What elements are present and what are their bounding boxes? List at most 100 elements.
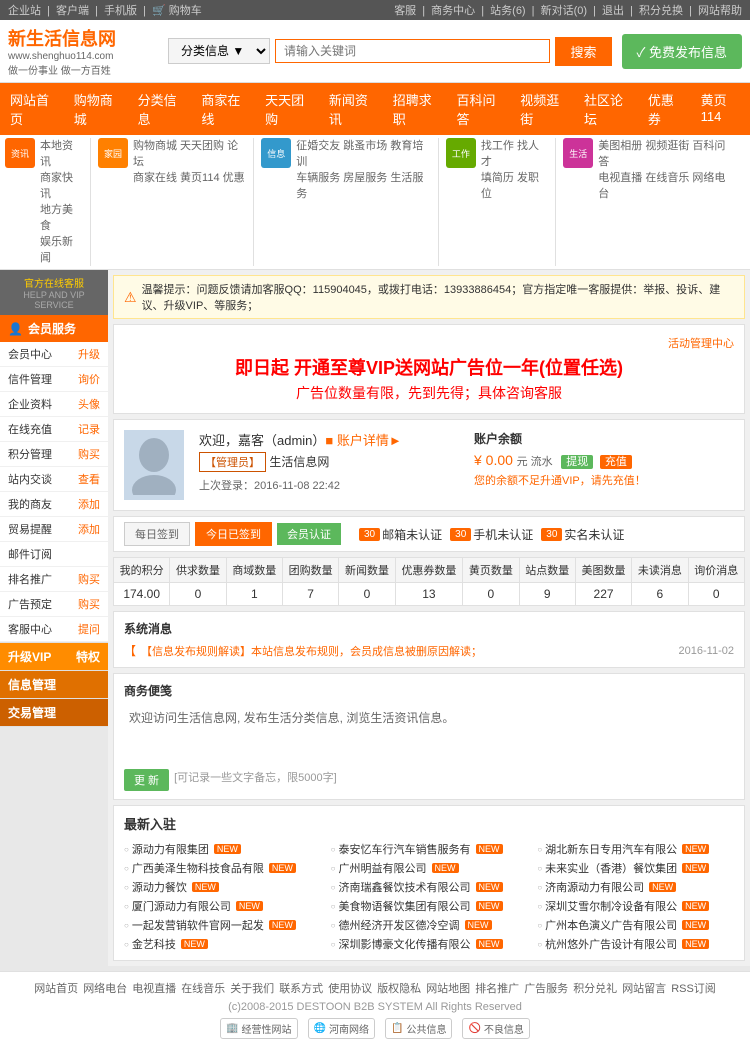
nav-shop[interactable]: 购物商城: [64, 83, 128, 135]
latest-link[interactable]: 泰安忆车行汽车销售服务有: [339, 841, 471, 857]
add-label[interactable]: 添加: [78, 496, 100, 512]
footer-link-privacy[interactable]: 版权隐私: [377, 980, 421, 996]
latest-link[interactable]: 德州经济开发区德冷空调: [339, 917, 460, 933]
sidebar-item-mail[interactable]: 信件管理 询价: [0, 367, 108, 392]
sidebar-item-reminder[interactable]: 贸易提醒 添加: [0, 517, 108, 542]
checkin-button[interactable]: 每日签到: [124, 522, 190, 546]
footer-link-home[interactable]: 网站首页: [34, 980, 78, 996]
sidebar-item-rank[interactable]: 排名推广 购买: [0, 567, 108, 592]
nav-station[interactable]: 站务(6): [490, 5, 525, 17]
nav-home[interactable]: 网站首页: [0, 83, 64, 135]
activity-mgr-link[interactable]: 活动管理中心: [668, 338, 734, 350]
nav-merchants[interactable]: 商家在线: [191, 83, 255, 135]
avatar-label[interactable]: 头像: [78, 396, 100, 412]
link-entertainment[interactable]: 娱乐新闻: [40, 234, 82, 266]
link-food[interactable]: 地方美食: [40, 202, 82, 234]
nav-video[interactable]: 视频逛街: [510, 83, 574, 135]
footer-link-guestbook[interactable]: 网站留言: [622, 980, 666, 996]
footer-link-about[interactable]: 关于我们: [230, 980, 274, 996]
add2-label[interactable]: 添加: [78, 521, 100, 537]
latest-link[interactable]: 济南瑞鑫餐饮技术有限公司: [339, 879, 471, 895]
latest-link[interactable]: 源动力有限集团: [132, 841, 209, 857]
sidebar-item-email-sub[interactable]: 邮件订阅: [0, 542, 108, 567]
profile-link[interactable]: ■ 账户详情►: [325, 433, 401, 448]
nav-client[interactable]: 客户端: [56, 5, 89, 17]
recharge-link[interactable]: 充值: [600, 455, 632, 469]
link-local-news[interactable]: 本地资讯: [40, 138, 82, 170]
footer-link-radio[interactable]: 网络电台: [83, 980, 127, 996]
ads-buy-label[interactable]: 购买: [78, 596, 100, 612]
link-services[interactable]: 车辆服务 房屋服务 生活服务: [296, 170, 430, 202]
nav-corp-site[interactable]: 企业站: [8, 5, 41, 17]
nav-help[interactable]: 网站帮助: [698, 5, 742, 17]
sidebar-item-recharge[interactable]: 在线充值 记录: [0, 417, 108, 442]
nav-jobs[interactable]: 招聘求职: [383, 83, 447, 135]
withdraw-link[interactable]: 提现: [561, 455, 593, 469]
sidebar-info-title[interactable]: 信息管理: [0, 671, 108, 698]
link-dating[interactable]: 征婚交友 跳蚤市场 教育培训: [296, 138, 430, 170]
upgrade-label[interactable]: 升级: [78, 346, 100, 362]
today-checkin-button[interactable]: 今日已签到: [195, 522, 272, 546]
footer-link-tv[interactable]: 电视直播: [132, 980, 176, 996]
latest-link[interactable]: 深圳影博豪文化传播有限公: [339, 936, 471, 952]
footer-link-ads[interactable]: 广告服务: [524, 980, 568, 996]
link-shopping[interactable]: 购物商城 天天团购 论坛: [133, 138, 245, 170]
latest-link[interactable]: 杭州悠外广告设计有限公司: [545, 936, 677, 952]
latest-link[interactable]: 广州明益有限公司: [339, 860, 427, 876]
sidebar-item-points[interactable]: 积分管理 购买: [0, 442, 108, 467]
footer-link-rank[interactable]: 排名推广: [475, 980, 519, 996]
latest-link[interactable]: 未来实业（香港）餐饮集团: [545, 860, 677, 876]
search-button[interactable]: 搜索: [555, 37, 611, 66]
notepad-save-button[interactable]: 更 新: [124, 769, 169, 791]
buy-label[interactable]: 购买: [78, 446, 100, 462]
footer-link-music[interactable]: 在线音乐: [181, 980, 225, 996]
nav-groupbuy[interactable]: 天天团购: [255, 83, 319, 135]
nav-cart[interactable]: 🛒 购物车: [152, 5, 202, 17]
latest-link[interactable]: 美食物语餐饮集团有限公司: [339, 898, 471, 914]
nav-customer-service[interactable]: 客服: [394, 5, 416, 17]
link-find-job[interactable]: 找工作 找人才: [481, 138, 547, 170]
footer-link-sitemap[interactable]: 网站地图: [426, 980, 470, 996]
ask-label[interactable]: 提问: [78, 621, 100, 637]
footer-link-contact[interactable]: 联系方式: [279, 980, 323, 996]
link-photos[interactable]: 美图相册 视频逛街 百科问答: [598, 138, 732, 170]
sidebar-item-support[interactable]: 客服中心 提问: [0, 617, 108, 642]
sidebar-vip-title[interactable]: 升级VIP 特权: [0, 643, 108, 670]
nav-points[interactable]: 积分兑换: [639, 5, 683, 17]
latest-link[interactable]: 广州本色演义广告有限公司: [545, 917, 677, 933]
latest-link[interactable]: 源动力餐饮: [132, 879, 187, 895]
sidebar-item-friends[interactable]: 我的商友 添加: [0, 492, 108, 517]
footer-link-rss[interactable]: RSS订阅: [671, 980, 716, 996]
search-category-select[interactable]: 分类信息 ▼: [168, 38, 270, 64]
nav-mobile[interactable]: 手机版: [104, 5, 137, 17]
nav-classify[interactable]: 分类信息: [128, 83, 192, 135]
view-label[interactable]: 查看: [78, 471, 100, 487]
latest-link[interactable]: 厦门源动力有限公司: [132, 898, 231, 914]
latest-link[interactable]: 金艺科技: [132, 936, 176, 952]
sidebar-trade-title[interactable]: 交易管理: [0, 699, 108, 726]
nav-business-center[interactable]: 商务中心: [431, 5, 475, 17]
nav-forum[interactable]: 社区论坛: [574, 83, 638, 135]
nav-news[interactable]: 新闻资讯: [319, 83, 383, 135]
nav-coupon[interactable]: 优惠券: [638, 83, 691, 135]
search-input[interactable]: [275, 39, 550, 63]
latest-link[interactable]: 济南源动力有限公司: [545, 879, 644, 895]
sidebar-member-title[interactable]: 👤 会员服务: [0, 315, 108, 342]
nav-logout[interactable]: 退出: [602, 5, 624, 17]
sidebar-item-chat[interactable]: 站内交谈 查看: [0, 467, 108, 492]
rank-buy-label[interactable]: 购买: [78, 571, 100, 587]
footer-link-points[interactable]: 积分兑礼: [573, 980, 617, 996]
sidebar-item-ads[interactable]: 广告预定 购买: [0, 592, 108, 617]
record-label[interactable]: 记录: [78, 421, 100, 437]
sidebar-item-company[interactable]: 企业资料 头像: [0, 392, 108, 417]
nav-yellow[interactable]: 黄页114: [691, 83, 750, 135]
sys-msg-link[interactable]: 【信息发布规则解读】本站信息发布规则，会员成信息被删原因解读；: [141, 643, 482, 659]
nav-wiki[interactable]: 百科问答: [446, 83, 510, 135]
latest-link[interactable]: 深圳艾雪尔制冷设备有限公: [545, 898, 677, 914]
footer-link-terms[interactable]: 使用协议: [328, 980, 372, 996]
auth-button[interactable]: 会员认证: [277, 523, 341, 545]
latest-link[interactable]: 一起发营销软件官网一起发: [132, 917, 264, 933]
inquiry-label[interactable]: 询价: [78, 371, 100, 387]
link-tv[interactable]: 电视直播 在线音乐 网络电台: [598, 170, 732, 202]
publish-button[interactable]: ✓ 免费发布信息: [622, 34, 743, 69]
